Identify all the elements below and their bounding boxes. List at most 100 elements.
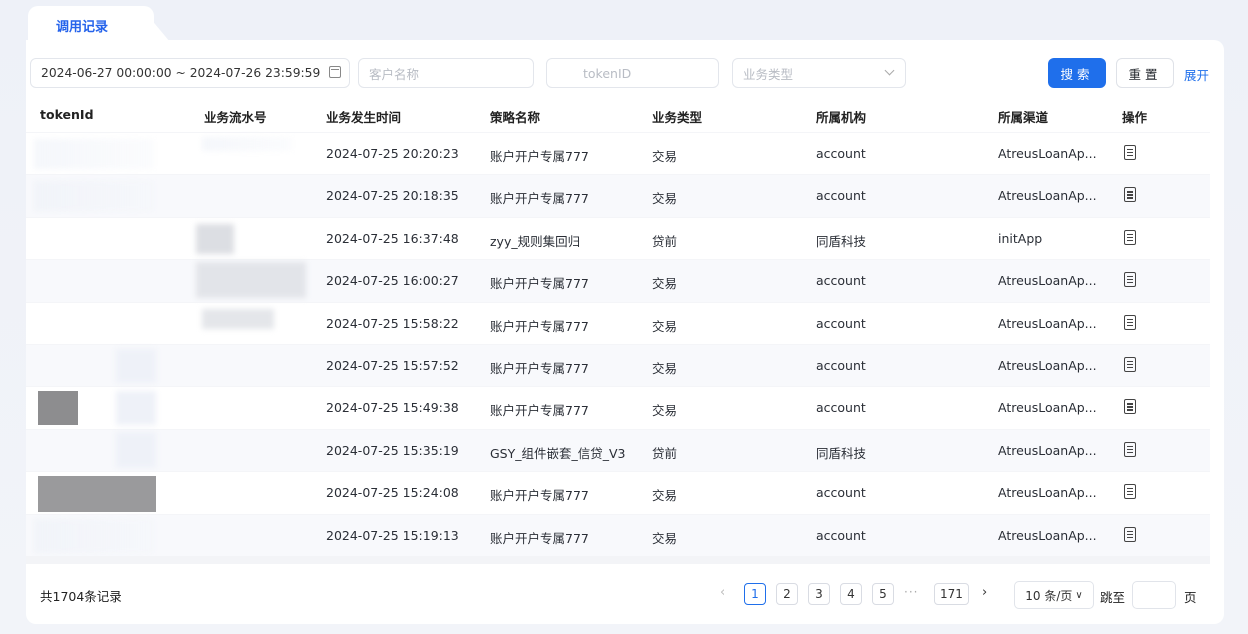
jump-to-label: 跳至 bbox=[1100, 590, 1126, 605]
tab-bar: 调用记录 bbox=[0, 0, 1248, 42]
strategy-cell: 账户开户专属777 bbox=[490, 191, 589, 207]
search-button[interactable]: 搜索 bbox=[1048, 58, 1106, 88]
table-row: 2024-07-25 16:00:27 账户开户专属777 交易 account… bbox=[26, 259, 1210, 302]
date-range-picker[interactable]: 2024-06-27 00:00:00 ~ 2024-07-26 23:59:5… bbox=[30, 58, 350, 88]
type-cell: 贷前 bbox=[652, 445, 678, 461]
org-cell: account bbox=[816, 357, 866, 373]
time-cell: 2024-07-25 16:37:48 bbox=[326, 230, 459, 246]
table-row: 2024-07-25 16:37:48 zyy_规则集回归 贷前 同盾科技 in… bbox=[26, 216, 1210, 259]
redacted-token-id bbox=[34, 139, 154, 169]
redacted-token-id bbox=[116, 391, 156, 426]
view-detail-icon[interactable] bbox=[1124, 526, 1136, 542]
time-cell: 2024-07-25 15:19:13 bbox=[326, 527, 459, 543]
token-id-input[interactable]: tokenID bbox=[546, 58, 719, 88]
strategy-cell: zyy_规则集回归 bbox=[490, 233, 581, 249]
page-button-last[interactable]: 171 bbox=[934, 583, 969, 605]
redacted-token-id bbox=[38, 391, 78, 426]
org-cell: account bbox=[816, 527, 866, 543]
page-ellipsis[interactable]: ··· bbox=[904, 585, 918, 599]
time-cell: 2024-07-25 15:57:52 bbox=[326, 357, 459, 373]
customer-name-input[interactable]: 客户名称 bbox=[358, 58, 534, 88]
strategy-cell: 账户开户专属777 bbox=[490, 276, 589, 292]
time-cell: 2024-07-25 20:20:23 bbox=[326, 146, 459, 161]
channel-cell: AtreusLoanAp... bbox=[998, 315, 1097, 331]
redacted-token-id bbox=[34, 518, 154, 553]
view-detail-icon[interactable] bbox=[1124, 484, 1136, 500]
page-unit-label: 页 bbox=[1184, 590, 1197, 605]
table-header: tokenId 业务流水号 业务发生时间 策略名称 业务类型 所属机构 所属渠道… bbox=[26, 98, 1210, 132]
table-row: 2024-07-25 15:49:38 账户开户专属777 交易 account… bbox=[26, 386, 1210, 428]
channel-cell: AtreusLoanAp... bbox=[998, 146, 1097, 161]
type-cell: 贷前 bbox=[652, 233, 678, 249]
reset-button[interactable]: 重置 bbox=[1116, 58, 1174, 88]
table-row: 2024-07-25 20:20:23 账户开户专属777 交易 account… bbox=[26, 132, 1210, 174]
column-header: 业务类型 bbox=[652, 110, 703, 125]
channel-cell: AtreusLoanAp... bbox=[998, 485, 1097, 501]
tab-call-records[interactable]: 调用记录 bbox=[28, 6, 154, 42]
column-header: tokenId bbox=[40, 107, 94, 122]
table-row: 2024-07-25 15:19:13 账户开户专属777 交易 account… bbox=[26, 513, 1210, 556]
time-cell: 2024-07-25 15:24:08 bbox=[326, 485, 459, 501]
column-header: 所属机构 bbox=[816, 110, 867, 125]
channel-cell: initApp bbox=[998, 230, 1043, 246]
view-detail-icon[interactable] bbox=[1124, 272, 1136, 288]
table-row: 2024-07-25 15:58:22 账户开户专属777 交易 account… bbox=[26, 301, 1210, 344]
redacted-serial-number bbox=[196, 262, 306, 299]
time-cell: 2024-07-25 16:00:27 bbox=[326, 273, 459, 289]
horizontal-scrollbar[interactable] bbox=[26, 556, 1210, 564]
time-cell: 2024-07-25 15:58:22 bbox=[326, 315, 459, 331]
page-button-3[interactable]: 3 bbox=[808, 583, 830, 605]
org-cell: account bbox=[816, 188, 866, 204]
jump-page-input[interactable] bbox=[1132, 581, 1176, 609]
view-detail-icon[interactable] bbox=[1124, 356, 1136, 372]
redacted-serial-number bbox=[202, 308, 274, 329]
column-header: 操作 bbox=[1122, 110, 1148, 125]
column-header: 所属渠道 bbox=[998, 110, 1049, 125]
page-button-5[interactable]: 5 bbox=[872, 583, 894, 605]
view-detail-icon[interactable] bbox=[1124, 145, 1136, 160]
type-cell: 交易 bbox=[652, 488, 678, 504]
expand-link[interactable]: 展开 bbox=[1184, 65, 1209, 84]
business-type-placeholder: 业务类型 bbox=[743, 66, 794, 82]
page-button-4[interactable]: 4 bbox=[840, 583, 862, 605]
type-cell: 交易 bbox=[652, 530, 678, 546]
view-detail-icon[interactable] bbox=[1124, 187, 1136, 203]
org-cell: account bbox=[816, 273, 866, 289]
type-cell: 交易 bbox=[652, 403, 678, 419]
view-detail-icon[interactable] bbox=[1124, 229, 1136, 245]
type-cell: 交易 bbox=[652, 149, 678, 164]
redacted-token-id bbox=[116, 348, 156, 383]
date-range-value: 2024-06-27 00:00:00 ~ 2024-07-26 23:59:5… bbox=[41, 66, 321, 80]
channel-cell: AtreusLoanAp... bbox=[998, 357, 1097, 373]
view-detail-icon[interactable] bbox=[1124, 314, 1136, 330]
table-row: 2024-07-25 20:18:35 账户开户专属777 交易 account… bbox=[26, 174, 1210, 217]
table-body: 2024-07-25 20:20:23 账户开户专属777 交易 account… bbox=[26, 132, 1210, 556]
view-detail-icon[interactable] bbox=[1124, 441, 1136, 457]
strategy-cell: GSY_组件嵌套_信贷_V3 bbox=[490, 445, 626, 461]
page-button-1[interactable]: 1 bbox=[744, 583, 766, 605]
tab-decoration bbox=[150, 18, 170, 42]
filter-bar: 2024-06-27 00:00:00 ~ 2024-07-26 23:59:5… bbox=[26, 58, 1224, 88]
prev-page-icon[interactable]: ‹ bbox=[720, 585, 725, 600]
time-cell: 2024-07-25 15:35:19 bbox=[326, 442, 459, 458]
channel-cell: AtreusLoanAp... bbox=[998, 527, 1097, 543]
strategy-cell: 账户开户专属777 bbox=[490, 530, 589, 546]
tab-label: 调用记录 bbox=[56, 20, 109, 35]
redacted-token-id bbox=[116, 431, 156, 468]
channel-cell: AtreusLoanAp... bbox=[998, 442, 1097, 458]
redacted-token-id bbox=[38, 476, 156, 513]
type-cell: 交易 bbox=[652, 318, 678, 334]
org-cell: 同盾科技 bbox=[816, 233, 867, 249]
table-row: 2024-07-25 15:24:08 账户开户专属777 交易 account… bbox=[26, 471, 1210, 513]
chevron-down-icon bbox=[884, 65, 895, 76]
channel-cell: AtreusLoanAp... bbox=[998, 273, 1097, 289]
next-page-icon[interactable]: › bbox=[982, 585, 987, 600]
time-cell: 2024-07-25 20:18:35 bbox=[326, 188, 459, 204]
business-type-select[interactable]: 业务类型 bbox=[732, 58, 906, 88]
org-cell: account bbox=[816, 315, 866, 331]
page-button-2[interactable]: 2 bbox=[776, 583, 798, 605]
view-detail-icon[interactable] bbox=[1124, 399, 1136, 415]
channel-cell: AtreusLoanAp... bbox=[998, 188, 1097, 204]
page-size-select[interactable]: 10 条/页 ∨ bbox=[1014, 581, 1094, 609]
records-panel: 2024-06-27 00:00:00 ~ 2024-07-26 23:59:5… bbox=[26, 40, 1224, 624]
